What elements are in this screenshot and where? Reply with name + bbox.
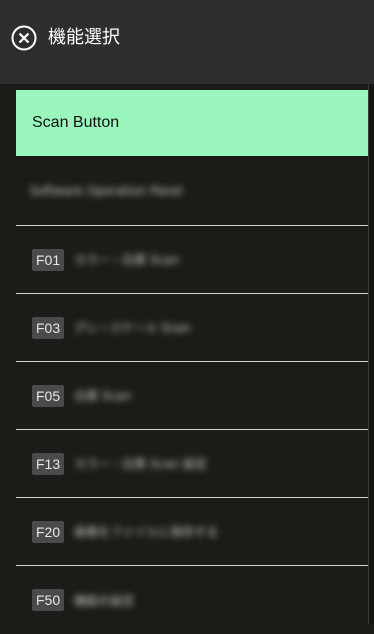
scroll-edge (368, 84, 374, 624)
function-code-badge: F20 (32, 520, 65, 543)
list-item-f20[interactable]: F20 画像をファイルに保存する (16, 498, 368, 566)
list-item-software-operation-panel[interactable]: Software Operation Panel (16, 156, 368, 226)
list-item-scan-button[interactable]: Scan Button (16, 90, 368, 156)
list-item-f01[interactable]: F01 カラー・白黒 Scan (16, 226, 368, 294)
list-item-label: 画像をファイルに保存する (74, 524, 219, 539)
list-item-label: Scan Button (32, 114, 120, 131)
page-title: 機能選択 (48, 27, 120, 48)
function-code-badge: F05 (32, 384, 65, 407)
list-item-label: 機能の設定 (74, 593, 135, 608)
list-item-label: Software Operation Panel (30, 183, 183, 198)
list-item-f13[interactable]: F13 カラー・白黒 Scan 設定 (16, 430, 368, 498)
list-item-f05[interactable]: F05 白黒 Scan (16, 362, 368, 430)
close-icon[interactable] (10, 24, 38, 52)
function-code-badge: F01 (32, 248, 65, 271)
function-code-badge: F50 (32, 589, 65, 611)
list-item-label: カラー・白黒 Scan 設定 (74, 457, 207, 471)
list-item-label: 白黒 Scan (74, 389, 132, 403)
list-item-label: カラー・白黒 Scan (74, 253, 180, 267)
function-code-badge: F03 (32, 316, 65, 339)
function-code-badge: F13 (32, 452, 65, 475)
function-list: Scan Button Software Operation Panel F01… (16, 90, 368, 634)
header-bar: 機能選択 (0, 0, 374, 84)
list-item-f03[interactable]: F03 グレースケール Scan (16, 294, 368, 362)
list-item-label: グレースケール Scan (74, 321, 191, 335)
